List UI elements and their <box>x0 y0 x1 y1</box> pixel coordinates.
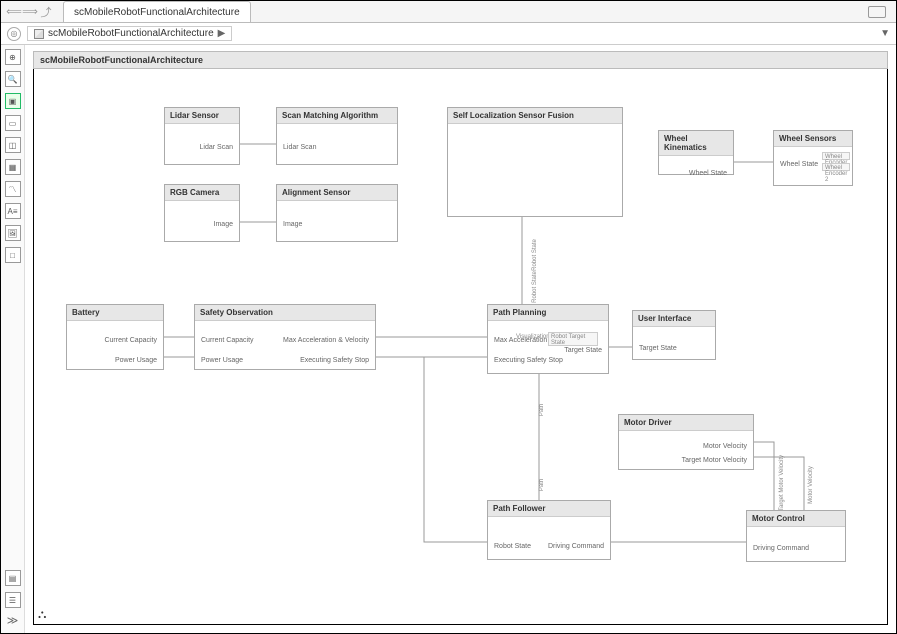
block-title: Alignment Sensor <box>277 185 397 201</box>
inner-wheel1: Wheel Encoder 1 <box>822 152 850 160</box>
chevron-right-icon: ▶ <box>218 28 226 39</box>
block-title: RGB Camera <box>165 185 239 201</box>
block-alignment-sensor[interactable]: Alignment Sensor Image <box>276 184 398 242</box>
tab-bar: ⟸ ⟹ ⤴ scMobileRobotFunctionalArchitectur… <box>1 1 896 23</box>
hierarchy-icon[interactable]: ⛬ <box>38 607 46 622</box>
block-user-interface[interactable]: User Interface Target State <box>632 310 716 360</box>
tool-blank-icon[interactable]: □ <box>5 247 21 263</box>
block-motor-driver[interactable]: Motor Driver Motor Velocity Target Motor… <box>618 414 754 470</box>
port-safety-stop-in[interactable]: Executing Safety Stop <box>494 357 563 364</box>
main-area: ⊕ 🔍 ▣ ▭ ◫ ▦ 〽 A≡ 🖼 □ ▤ ☰ ≫ scMobileRobot… <box>1 45 896 633</box>
block-title: Battery <box>67 305 163 321</box>
port-image-out[interactable]: Image <box>214 221 233 228</box>
target-icon[interactable]: ◎ <box>7 27 21 41</box>
tool-rect-icon[interactable]: ▭ <box>5 115 21 131</box>
inner-vis-label: Visualization <box>516 334 550 340</box>
breadcrumb-item[interactable]: scMobileRobotFunctionalArchitecture ▶ <box>27 26 232 41</box>
tool-text-icon[interactable]: A≡ <box>5 203 21 219</box>
block-lidar-sensor[interactable]: Lidar Sensor Lidar Scan <box>164 107 240 165</box>
nav-forward-icon[interactable]: ⟹ <box>23 5 37 19</box>
breadcrumb-label: scMobileRobotFunctionalArchitecture <box>48 28 214 39</box>
port-lidar-scan-in[interactable]: Lidar Scan <box>283 144 316 151</box>
block-rgb-camera[interactable]: RGB Camera Image <box>164 184 240 242</box>
port-target-state-out[interactable]: Target State <box>639 345 677 352</box>
tool-snapshot-icon[interactable]: ▤ <box>5 570 21 586</box>
tool-zoom-in[interactable]: ⊕ <box>5 49 21 65</box>
breadcrumb-bar: ◎ scMobileRobotFunctionalArchitecture ▶ … <box>1 23 896 45</box>
port-target-state-in[interactable]: Target State <box>564 347 602 354</box>
inner-robot-target: Robot Target State <box>548 332 598 346</box>
tool-zoom-icon[interactable]: 🔍 <box>5 71 21 87</box>
breadcrumb-dropdown-icon[interactable]: ▼ <box>880 28 890 39</box>
block-title: Wheel Kinematics <box>659 131 733 156</box>
block-title: Path Follower <box>488 501 610 517</box>
block-wheel-kinematics[interactable]: Wheel Kinematics Wheel State <box>658 130 734 175</box>
inner-wheel2: Wheel Encoder 2 <box>822 163 850 171</box>
tool-window-icon[interactable]: ◫ <box>5 137 21 153</box>
block-title: User Interface <box>633 311 715 327</box>
left-toolbar: ⊕ 🔍 ▣ ▭ ◫ ▦ 〽 A≡ 🖼 □ ▤ ☰ ≫ <box>1 45 25 633</box>
model-icon <box>34 29 44 39</box>
nav-up-icon[interactable]: ⤴ <box>39 5 53 19</box>
block-title: Wheel Sensors <box>774 131 852 147</box>
port-image-in[interactable]: Image <box>283 221 302 228</box>
tool-grid-icon[interactable]: ▦ <box>5 159 21 175</box>
tab-label: scMobileRobotFunctionalArchitecture <box>74 7 240 18</box>
keyboard-icon[interactable] <box>868 6 886 18</box>
block-battery[interactable]: Battery Current Capacity Power Usage <box>66 304 164 370</box>
block-path-follower[interactable]: Path Follower Robot State Driving Comman… <box>487 500 611 560</box>
port-lidar-scan-out[interactable]: Lidar Scan <box>200 144 233 151</box>
port-power-usage-out[interactable]: Power Usage <box>115 357 157 364</box>
nav-back-icon[interactable]: ⟸ <box>7 5 21 19</box>
expand-toolbar-icon[interactable]: ≫ <box>7 614 19 627</box>
tool-image-icon[interactable]: 🖼 <box>5 225 21 241</box>
block-title: Self Localization Sensor Fusion <box>448 108 622 124</box>
port-wheel-state-in[interactable]: Wheel State <box>780 161 818 168</box>
tool-fit-icon[interactable]: ▣ <box>5 93 21 109</box>
edge-label-robotstate1: Robot State <box>532 239 538 271</box>
port-motor-velocity-out[interactable]: Motor Velocity <box>703 443 747 450</box>
edge-label-path2: Path <box>539 479 545 491</box>
port-target-motor-velocity-out[interactable]: Target Motor Velocity <box>682 457 747 464</box>
block-wheel-sensors[interactable]: Wheel Sensors Wheel State Wheel Encoder … <box>773 130 853 186</box>
block-title: Path Planning <box>488 305 608 321</box>
canvas[interactable]: scMobileRobotFunctionalArchitecture <box>25 45 896 633</box>
edge-label-mv: Motor Velocity <box>808 466 814 504</box>
tool-list-icon[interactable]: ☰ <box>5 592 21 608</box>
edge-label-robotstate2: Robot State <box>532 271 538 303</box>
tool-chart-icon[interactable]: 〽 <box>5 181 21 197</box>
port-driving-command-out[interactable]: Driving Command <box>548 543 604 550</box>
port-safety-stop-out[interactable]: Executing Safety Stop <box>300 357 369 364</box>
port-wheel-state-out[interactable]: Wheel State <box>689 170 727 177</box>
block-path-planning[interactable]: Path Planning Max Acceleration & Velocit… <box>487 304 609 374</box>
tab-active[interactable]: scMobileRobotFunctionalArchitecture <box>63 1 251 22</box>
block-motor-control[interactable]: Motor Control Driving Command <box>746 510 846 562</box>
block-title: Lidar Sensor <box>165 108 239 124</box>
port-driving-command-in[interactable]: Driving Command <box>753 545 809 552</box>
edge-label-tmv: Target Motor Velocity <box>779 455 785 511</box>
block-title: Scan Matching Algorithm <box>277 108 397 124</box>
port-robot-state-in[interactable]: Robot State <box>494 543 531 550</box>
diagram-title: scMobileRobotFunctionalArchitecture <box>33 51 888 69</box>
diagram-frame: scMobileRobotFunctionalArchitecture <box>33 51 888 625</box>
block-scan-matching[interactable]: Scan Matching Algorithm Lidar Scan <box>276 107 398 165</box>
port-current-capacity-in[interactable]: Current Capacity <box>201 337 254 344</box>
port-power-usage-in[interactable]: Power Usage <box>201 357 243 364</box>
block-title: Safety Observation <box>195 305 375 321</box>
block-title: Motor Driver <box>619 415 753 431</box>
block-safety-observation[interactable]: Safety Observation Current Capacity Powe… <box>194 304 376 370</box>
port-max-accel-out[interactable]: Max Acceleration & Velocity <box>283 337 369 344</box>
port-current-capacity-out[interactable]: Current Capacity <box>104 337 157 344</box>
block-self-localization[interactable]: Self Localization Sensor Fusion <box>447 107 623 217</box>
block-title: Motor Control <box>747 511 845 527</box>
edge-label-path1: Path <box>539 404 545 416</box>
